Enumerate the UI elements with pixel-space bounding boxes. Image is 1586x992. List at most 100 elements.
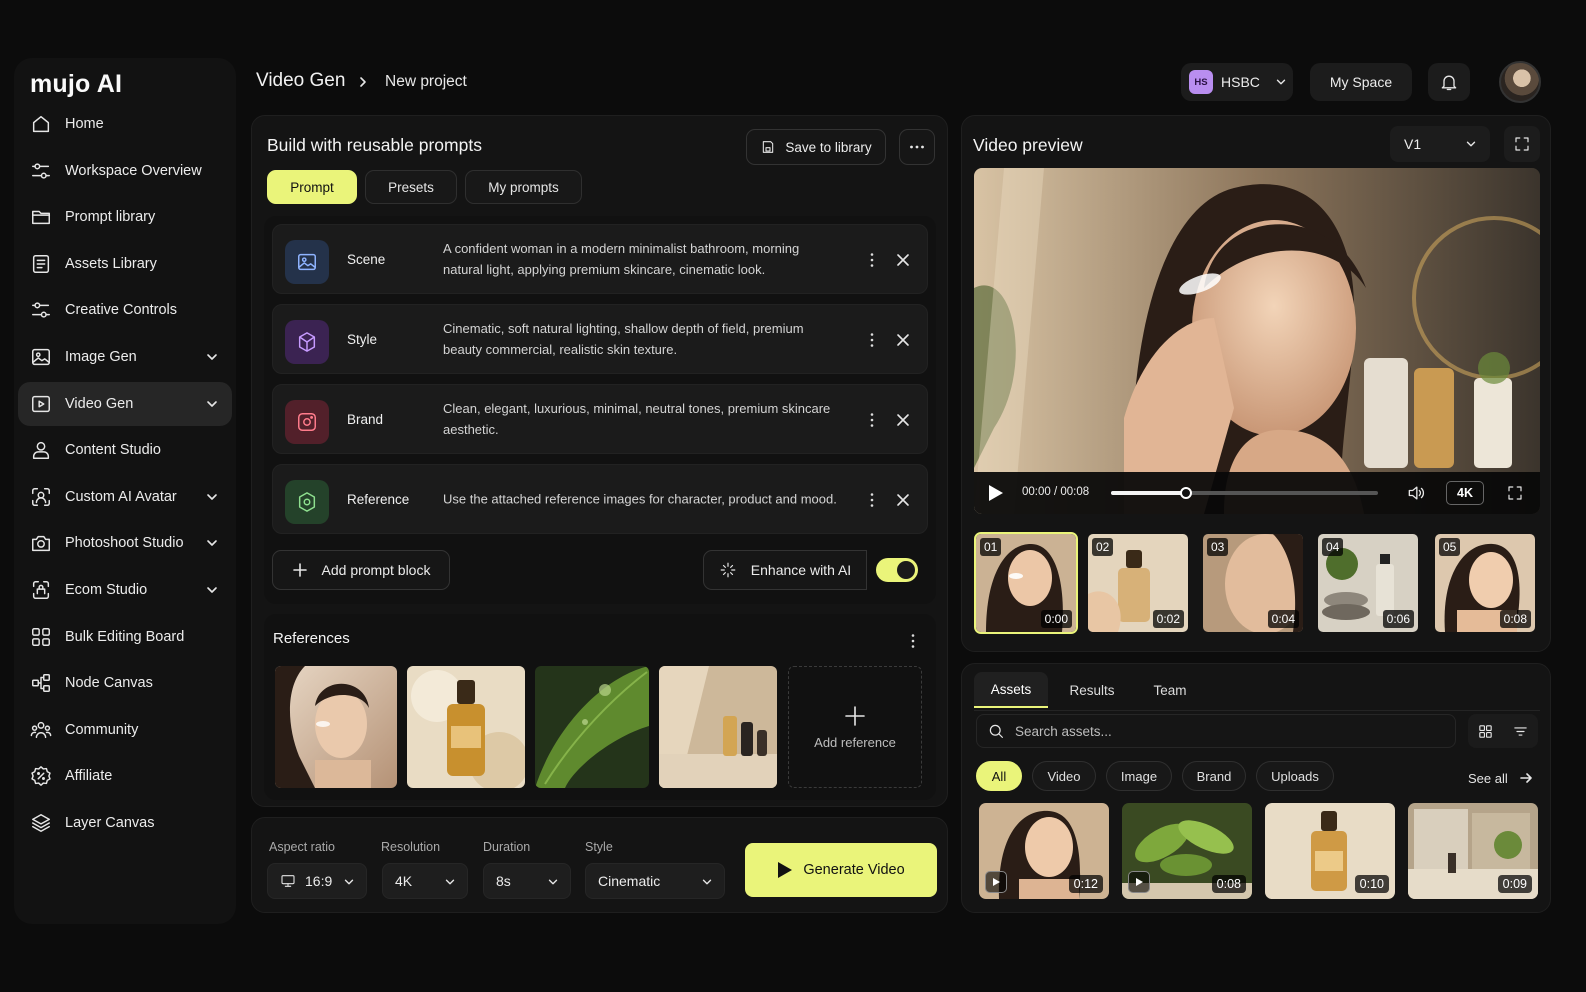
save-to-library-button[interactable]: Save to library: [746, 129, 886, 165]
chevron-down-icon[interactable]: [204, 396, 220, 412]
more-options-button[interactable]: [899, 129, 935, 165]
chevron-down-icon[interactable]: [204, 489, 220, 505]
version-select[interactable]: V1: [1390, 126, 1490, 162]
block-text[interactable]: Clean, elegant, luxurious, minimal, neut…: [443, 398, 833, 440]
volume-icon[interactable]: [1406, 483, 1426, 503]
sidebar-item-layer-canvas[interactable]: Layer Canvas: [18, 801, 232, 845]
prompt-block-reference[interactable]: Reference Use the attached reference ima…: [272, 464, 928, 534]
tab-my-prompts[interactable]: My prompts: [465, 170, 582, 204]
asset-play-button[interactable]: [1128, 871, 1150, 893]
my-space-button[interactable]: My Space: [1310, 63, 1412, 101]
sidebar-item-prompt-library[interactable]: Prompt library: [18, 195, 232, 239]
org-switcher[interactable]: HS HSBC: [1181, 63, 1293, 101]
quality-badge[interactable]: 4K: [1446, 481, 1484, 505]
close-icon[interactable]: [895, 332, 911, 348]
reference-image-serum-bottle[interactable]: [407, 666, 525, 788]
user-avatar[interactable]: [1499, 61, 1541, 103]
add-reference-button[interactable]: Add reference: [788, 666, 922, 788]
expand-button[interactable]: [1504, 126, 1540, 162]
asset-thumbnail[interactable]: 0:12: [979, 803, 1109, 899]
sidebar-item-node-canvas[interactable]: Node Canvas: [18, 661, 232, 705]
scrubber-handle[interactable]: [1179, 487, 1192, 499]
style-select[interactable]: Cinematic: [585, 863, 725, 899]
filter-all[interactable]: All: [976, 761, 1022, 791]
enhance-toggle[interactable]: [876, 558, 918, 582]
tab-prompt[interactable]: Prompt: [267, 170, 357, 204]
more-vertical-icon[interactable]: [863, 411, 881, 429]
asset-play-button[interactable]: [985, 871, 1007, 893]
app-logo[interactable]: mujo AI: [30, 70, 122, 99]
duration-select[interactable]: 8s: [483, 863, 571, 899]
sidebar-item-home[interactable]: Home: [18, 102, 232, 146]
frame-thumbnail[interactable]: 02 0:02: [1086, 532, 1190, 634]
filter-image[interactable]: Image: [1106, 761, 1172, 791]
sidebar-item-community[interactable]: Community: [18, 708, 232, 752]
sidebar-item-bulk-editing-board[interactable]: Bulk Editing Board: [18, 615, 232, 659]
references-section: References Add reference: [264, 614, 936, 800]
fullscreen-icon[interactable]: [1506, 484, 1524, 502]
play-icon[interactable]: [988, 484, 1004, 502]
grid-icon: [32, 627, 50, 646]
sidebar-item-affiliate[interactable]: Affiliate: [18, 754, 232, 798]
sidebar-item-photoshoot-studio[interactable]: Photoshoot Studio: [18, 521, 232, 565]
more-vertical-icon[interactable]: [863, 331, 881, 349]
grid-icon[interactable]: [1477, 723, 1494, 740]
sidebar-item-ecom-studio[interactable]: Ecom Studio: [18, 568, 232, 612]
block-text[interactable]: A confident woman in a modern minimalist…: [443, 238, 833, 280]
prompt-block-scene[interactable]: Scene A confident woman in a modern mini…: [272, 224, 928, 294]
search-assets-input[interactable]: Search assets...: [976, 714, 1456, 748]
tab-team[interactable]: Team: [1138, 672, 1202, 708]
sidebar-item-workspace-overview[interactable]: Workspace Overview: [18, 149, 232, 193]
scrubber-progress: [1111, 491, 1186, 495]
asset-thumbnail[interactable]: 0:10: [1265, 803, 1395, 899]
sidebar-item-assets-library[interactable]: Assets Library: [18, 242, 232, 286]
video-player[interactable]: 00:00 / 00:08 4K: [974, 168, 1540, 514]
tab-results[interactable]: Results: [1056, 672, 1128, 708]
prompt-block-style[interactable]: Style Cinematic, soft natural lighting, …: [272, 304, 928, 374]
tab-presets[interactable]: Presets: [365, 170, 457, 204]
frame-thumbnail[interactable]: 01 0:00: [974, 532, 1078, 634]
more-vertical-icon[interactable]: [904, 632, 922, 650]
sidebar-item-custom-ai-avatar[interactable]: Custom AI Avatar: [18, 475, 232, 519]
sidebar-item-image-gen[interactable]: Image Gen: [18, 335, 232, 379]
block-text[interactable]: Cinematic, soft natural lighting, shallo…: [443, 318, 833, 360]
add-prompt-block-button[interactable]: Add prompt block: [272, 550, 450, 590]
more-vertical-icon[interactable]: [863, 491, 881, 509]
block-text[interactable]: Use the attached reference images for ch…: [443, 489, 863, 510]
sidebar-item-content-studio[interactable]: Content Studio: [18, 428, 232, 472]
more-vertical-icon[interactable]: [863, 251, 881, 269]
generate-video-button[interactable]: Generate Video: [745, 843, 937, 897]
prompt-block-brand[interactable]: Brand Clean, elegant, luxurious, minimal…: [272, 384, 928, 454]
video-scrubber[interactable]: [1111, 487, 1378, 499]
chevron-down-icon[interactable]: [204, 535, 220, 551]
filter-brand[interactable]: Brand: [1182, 761, 1246, 791]
sidebar-item-video-gen[interactable]: Video Gen: [18, 381, 232, 426]
filter-uploads[interactable]: Uploads: [1256, 761, 1334, 791]
chevron-down-icon[interactable]: [204, 582, 220, 598]
filter-icon[interactable]: [1512, 723, 1529, 740]
reference-image-bathroom[interactable]: [659, 666, 777, 788]
chevron-down-icon: [1276, 79, 1286, 85]
see-all-link[interactable]: See all: [1468, 770, 1534, 786]
frame-thumbnail[interactable]: 05 0:08: [1433, 532, 1537, 634]
enhance-with-ai-button[interactable]: Enhance with AI: [703, 550, 867, 590]
notifications-button[interactable]: [1428, 63, 1470, 101]
asset-thumbnail[interactable]: 0:08: [1122, 803, 1252, 899]
close-icon[interactable]: [895, 492, 911, 508]
view-toggle: [1468, 714, 1538, 748]
frame-thumbnail[interactable]: 03 0:04: [1201, 532, 1305, 634]
aspect-ratio-select[interactable]: 16:9: [267, 863, 367, 899]
breadcrumb-root[interactable]: Video Gen: [256, 70, 345, 92]
reference-image-leaf[interactable]: [535, 666, 649, 788]
frame-thumbnail[interactable]: 04 0:06: [1316, 532, 1420, 634]
sidebar-item-creative-controls[interactable]: Creative Controls: [18, 288, 232, 332]
resolution-select[interactable]: 4K: [382, 863, 468, 899]
close-icon[interactable]: [895, 412, 911, 428]
chevron-down-icon[interactable]: [204, 349, 220, 365]
asset-thumbnail[interactable]: 0:09: [1408, 803, 1538, 899]
close-icon[interactable]: [895, 252, 911, 268]
reference-image-woman[interactable]: [275, 666, 397, 788]
tab-assets[interactable]: Assets: [974, 672, 1048, 708]
filter-video[interactable]: Video: [1032, 761, 1096, 791]
sidebar-item-label: Image Gen: [65, 348, 137, 365]
